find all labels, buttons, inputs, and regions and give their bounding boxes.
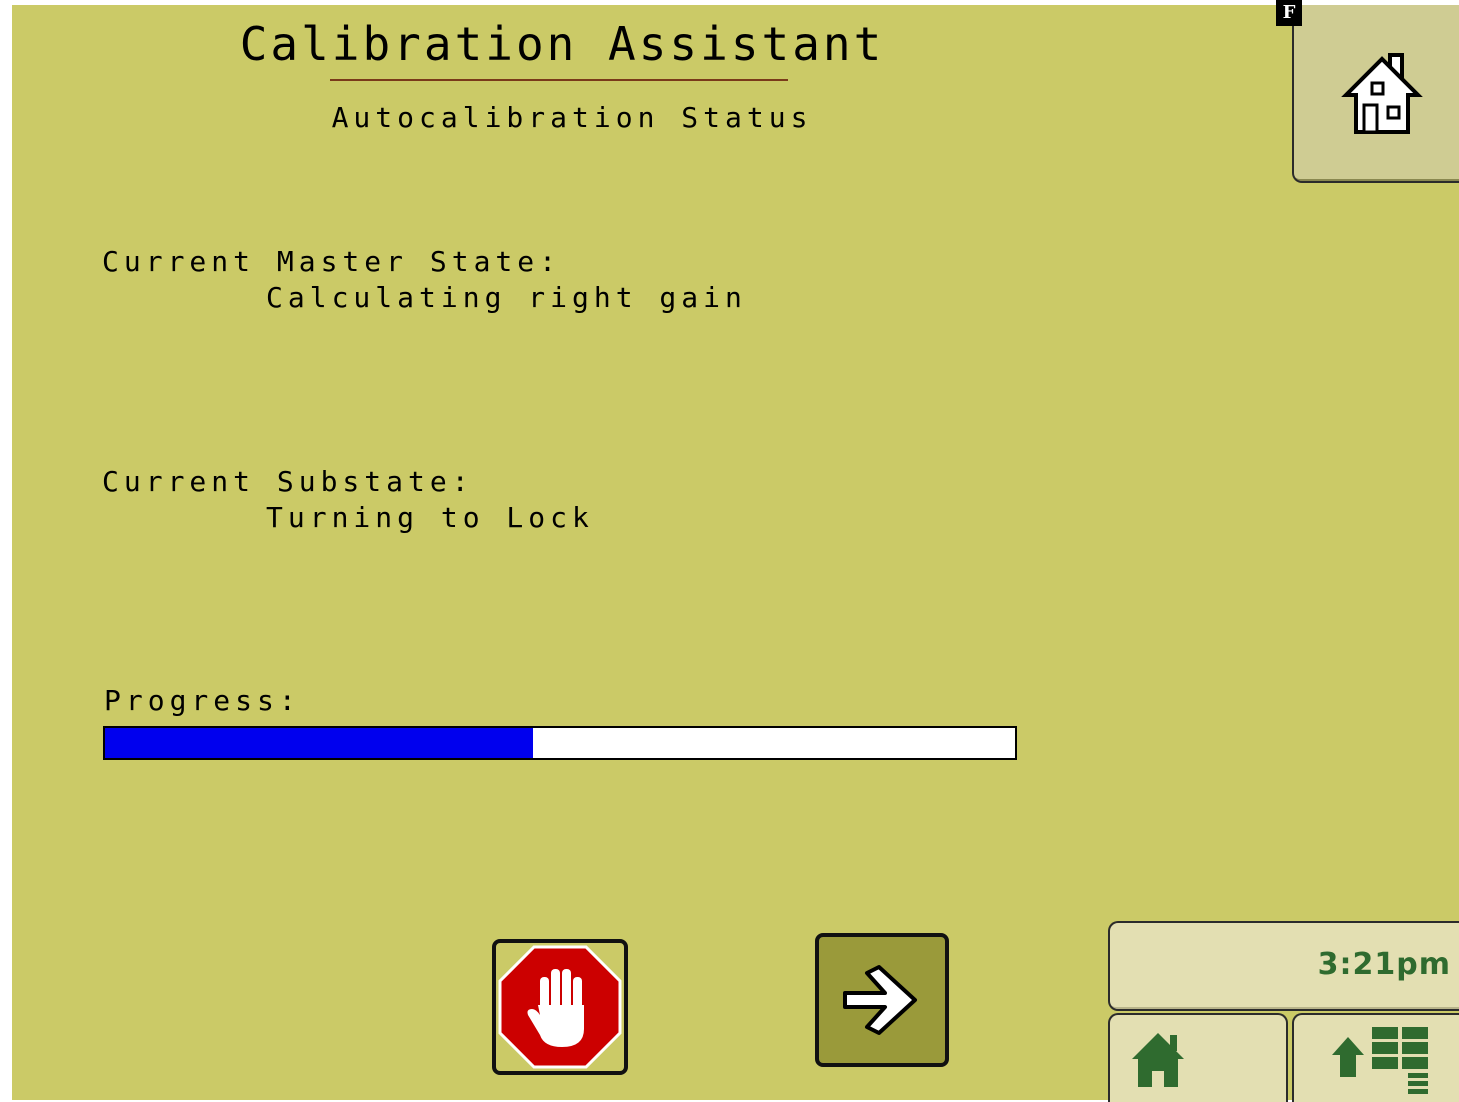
home-icon: [1341, 53, 1423, 134]
master-state-label: Current Master State:: [102, 245, 562, 278]
stop-button[interactable]: [492, 939, 628, 1075]
next-button[interactable]: [815, 933, 949, 1067]
substate-label: Current Substate:: [102, 465, 474, 498]
clock-panel: 3:21pm: [1108, 921, 1459, 1011]
menu-up-icon: [1332, 1027, 1428, 1094]
arrow-right-icon: [843, 965, 917, 1035]
master-state-value: Calculating right gain: [266, 281, 747, 314]
softkey-menu-button[interactable]: [1292, 1013, 1459, 1102]
page-subtitle: Autocalibration Status: [331, 101, 813, 134]
home-button[interactable]: [1292, 5, 1459, 183]
home-icon: [1132, 1033, 1184, 1087]
progress-fill: [105, 728, 533, 758]
title-divider: [330, 79, 788, 81]
softkey-home-button[interactable]: [1108, 1013, 1288, 1102]
stop-hand-icon: [498, 945, 622, 1069]
clock-time: 3:21pm: [1317, 947, 1451, 982]
progress-bar: [103, 726, 1017, 760]
page-title: Calibration Assistant: [239, 17, 885, 71]
f-badge: F: [1276, 0, 1302, 26]
progress-label: Progress:: [104, 684, 301, 717]
substate-value: Turning to Lock: [266, 501, 594, 534]
calibration-screen: Calibration Assistant Autocalibration St…: [12, 5, 1459, 1102]
